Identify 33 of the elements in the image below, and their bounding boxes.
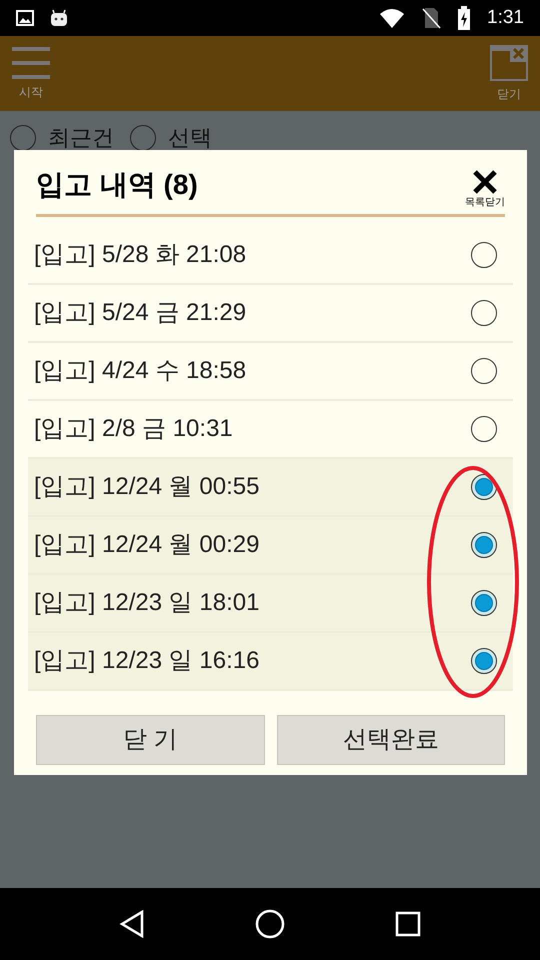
list-item[interactable]: [입고] 12/24 월 00:29	[28, 517, 513, 575]
radio-button[interactable]	[471, 532, 497, 558]
home-icon[interactable]	[255, 909, 285, 939]
back-icon[interactable]	[119, 910, 145, 938]
radio-button[interactable]	[471, 300, 497, 326]
radio-button[interactable]	[471, 648, 497, 674]
radio-button[interactable]	[471, 474, 497, 500]
option-label: 선택	[168, 124, 212, 152]
wifi-icon	[379, 8, 406, 28]
list-item[interactable]: [입고] 4/24 수 18:58	[28, 343, 513, 401]
list-item[interactable]: [입고] 5/24 금 21:29	[28, 285, 513, 343]
list-item[interactable]: [입고] 5/28 화 21:08	[28, 227, 513, 285]
list-close-button[interactable]: 목록닫기	[465, 169, 505, 210]
dialog-title: 입고 내역 (8)	[36, 168, 198, 202]
no-sim-icon	[421, 7, 442, 29]
dialog-button[interactable]: 닫 기	[36, 715, 264, 765]
battery-icon	[457, 6, 472, 30]
menu-icon	[12, 46, 50, 80]
close-icon	[472, 169, 498, 195]
list-item[interactable]: [입고] 12/23 일 18:01	[28, 575, 513, 633]
recents-icon[interactable]	[395, 911, 421, 937]
radio-button[interactable]	[471, 242, 497, 268]
radio-button[interactable]	[471, 590, 497, 616]
list-item[interactable]: [입고] 12/23 일 16:16	[28, 633, 513, 691]
clock: 1:31	[487, 6, 524, 30]
list-item[interactable]: [입고] 12/24 월 00:55	[28, 459, 513, 517]
option-label: 최근건	[48, 124, 114, 152]
dialog-button[interactable]: 선택완료	[276, 715, 505, 765]
radio-button[interactable]	[471, 416, 497, 442]
close-window-icon	[490, 44, 528, 80]
radio-button[interactable]	[471, 358, 497, 384]
robot-icon	[50, 9, 68, 27]
image-icon	[16, 10, 34, 26]
